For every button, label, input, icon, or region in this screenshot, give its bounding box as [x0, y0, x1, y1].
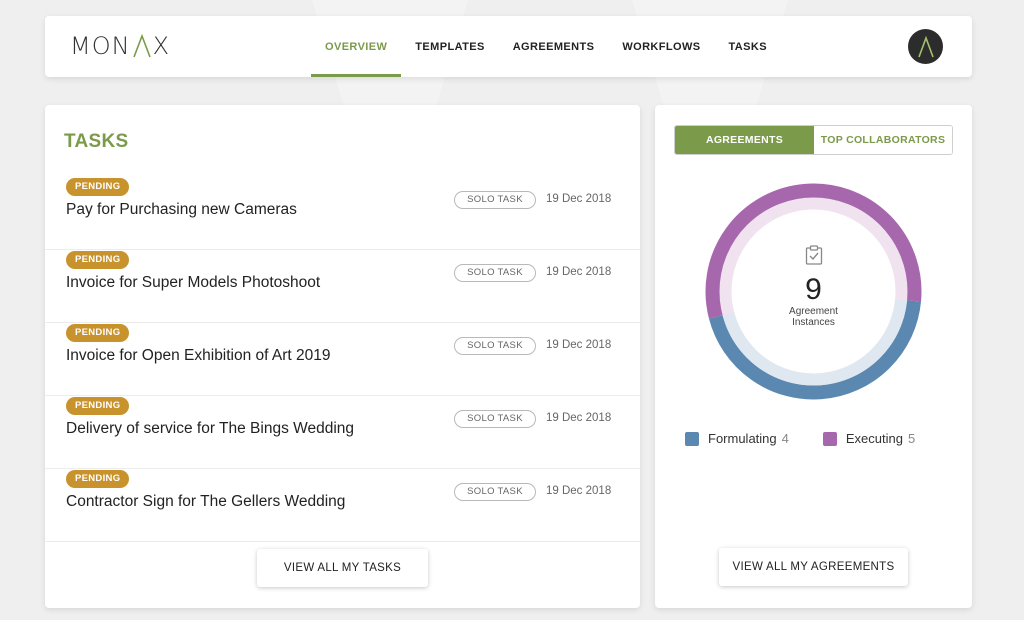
status-badge: PENDING: [66, 324, 130, 342]
view-all-tasks-button[interactable]: VIEW ALL MY TASKS: [257, 549, 428, 587]
view-all-agreements-button[interactable]: VIEW ALL MY AGREEMENTS: [719, 548, 908, 586]
task-date: 19 Dec 2018: [546, 412, 612, 424]
agreement-count: 9: [805, 273, 822, 306]
task-date: 19 Dec 2018: [546, 339, 612, 351]
task-type-pill: SOLO TASK: [454, 410, 536, 428]
legend-count: 5: [907, 431, 916, 446]
legend-label: Formulating: [708, 431, 777, 446]
agreement-count-label-line1: Agreement: [789, 306, 838, 317]
tasks-card: TASKS PENDING Pay for Purchasing new Cam…: [45, 105, 640, 608]
status-badge: PENDING: [66, 251, 130, 269]
avatar-lambda-icon: [917, 35, 934, 57]
task-type-pill: SOLO TASK: [454, 191, 536, 209]
agreements-tab-switch: AGREEMENTS TOP COLLABORATORS: [674, 125, 953, 155]
task-date: 19 Dec 2018: [546, 193, 612, 205]
task-type-pill: SOLO TASK: [454, 483, 536, 501]
legend-swatch-formulating: [685, 431, 699, 446]
task-type-pill: SOLO TASK: [454, 264, 536, 282]
status-badge: PENDING: [66, 178, 130, 196]
legend-label: Executing: [845, 431, 903, 446]
clipboard-check-icon: [805, 245, 822, 265]
tasks-title: TASKS: [64, 131, 129, 152]
logo-text-end: X: [152, 32, 171, 60]
tab-agreements[interactable]: AGREEMENTS: [675, 126, 814, 154]
status-badge: PENDING: [66, 397, 130, 415]
legend-count: 4: [781, 431, 789, 446]
user-avatar[interactable]: [908, 29, 943, 64]
nav-tasks[interactable]: TASKS: [714, 16, 780, 77]
task-list: PENDING Pay for Purchasing new Cameras S…: [45, 177, 640, 542]
task-row[interactable]: PENDING Pay for Purchasing new Cameras S…: [45, 177, 640, 250]
donut-legend: Formulating 4 Executing 5: [685, 431, 949, 446]
agreements-card: AGREEMENTS TOP COLLABORATORS 9 Agreement…: [655, 105, 972, 608]
task-name[interactable]: Invoice for Super Models Photoshoot: [66, 274, 320, 292]
task-row[interactable]: PENDING Contractor Sign for The Gellers …: [45, 469, 640, 542]
donut-center-label: 9 Agreement Instances: [705, 245, 922, 328]
legend-formulating[interactable]: Formulating 4: [685, 431, 789, 446]
nav-workflows[interactable]: WORKFLOWS: [608, 16, 714, 77]
status-badge: PENDING: [66, 470, 130, 488]
task-name[interactable]: Contractor Sign for The Gellers Wedding: [66, 493, 345, 511]
task-type-pill: SOLO TASK: [454, 337, 536, 355]
logo-lambda-glyph: [132, 34, 151, 58]
logo-text-start: MON: [70, 32, 131, 60]
tab-top-collaborators[interactable]: TOP COLLABORATORS: [814, 126, 952, 154]
task-date: 19 Dec 2018: [546, 485, 612, 497]
legend-swatch-executing: [822, 431, 837, 446]
task-name[interactable]: Delivery of service for The Bings Weddin…: [66, 420, 354, 438]
nav-overview[interactable]: OVERVIEW: [311, 16, 402, 77]
top-navigation-bar: MON X OVERVIEW TEMPLATES AGREEMENTS WORKF…: [45, 16, 972, 77]
task-name[interactable]: Pay for Purchasing new Cameras: [66, 201, 297, 219]
monax-logo[interactable]: MON X: [70, 33, 170, 59]
nav-templates[interactable]: TEMPLATES: [401, 16, 498, 77]
task-name[interactable]: Invoice for Open Exhibition of Art 2019: [66, 347, 331, 365]
task-date: 19 Dec 2018: [546, 266, 612, 278]
task-row[interactable]: PENDING Invoice for Super Models Photosh…: [45, 250, 640, 323]
main-nav: OVERVIEW TEMPLATES AGREEMENTS WORKFLOWS …: [311, 16, 781, 77]
nav-agreements[interactable]: AGREEMENTS: [499, 16, 609, 77]
task-row[interactable]: PENDING Invoice for Open Exhibition of A…: [45, 323, 640, 396]
legend-executing[interactable]: Executing 5: [822, 431, 916, 446]
agreement-count-label-line2: Instances: [792, 317, 835, 328]
task-row[interactable]: PENDING Delivery of service for The Bing…: [45, 396, 640, 469]
